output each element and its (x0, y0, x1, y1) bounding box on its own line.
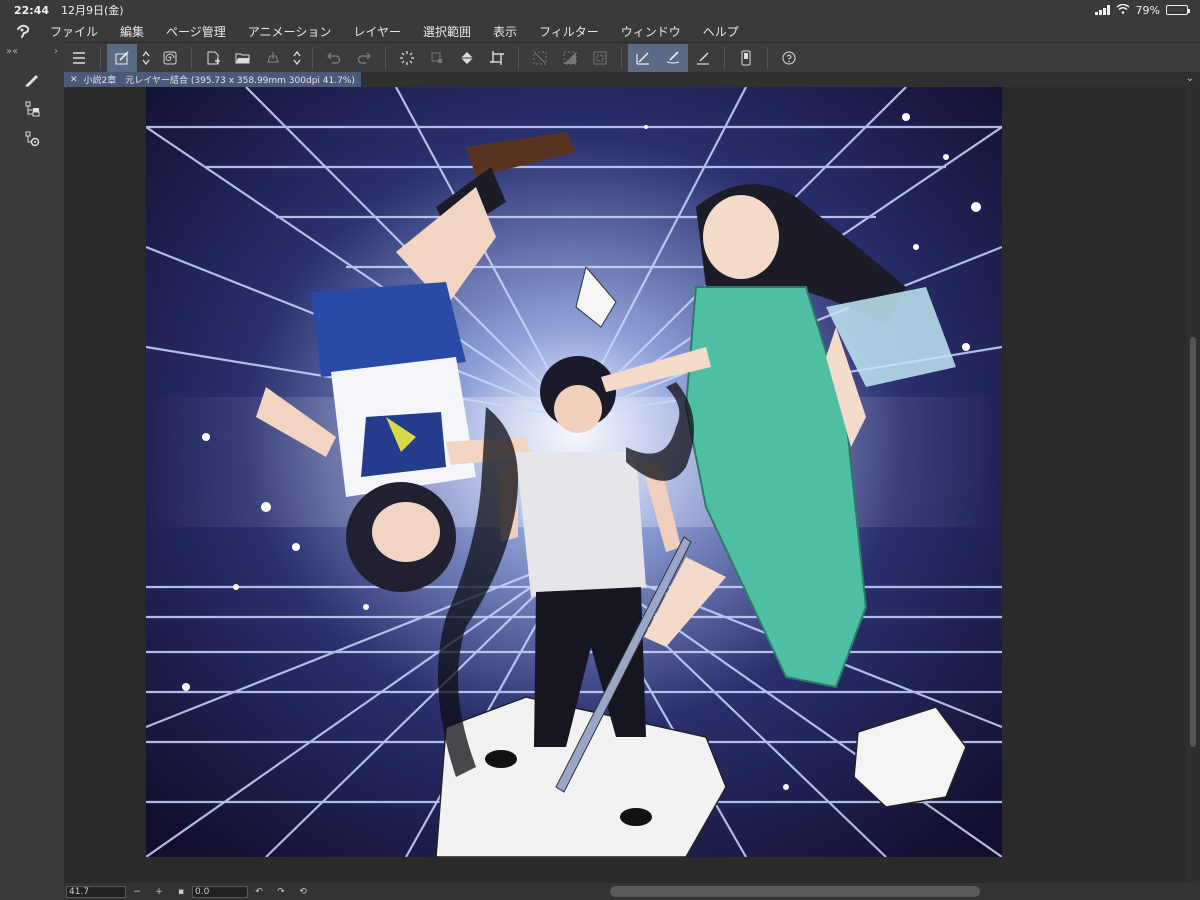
new-canvas-icon[interactable] (198, 44, 228, 72)
artwork-illustration (146, 87, 1002, 857)
smart-viewer-icon[interactable] (107, 43, 137, 72)
open-folder-icon[interactable] (228, 44, 258, 72)
wifi-icon (1116, 3, 1130, 17)
rotate-right-icon[interactable]: ↷ (270, 887, 292, 897)
rotate-left-icon[interactable]: ↶ (248, 887, 270, 897)
menu-filter[interactable]: フィルター (539, 23, 599, 40)
help-bubble-icon[interactable] (774, 44, 804, 72)
rotation-value: 0.0 (195, 886, 210, 897)
updown-chevron-icon[interactable] (288, 44, 306, 72)
expand-right-icon[interactable]: › (54, 46, 58, 57)
transform-icon[interactable] (422, 44, 452, 72)
menu-edit[interactable]: 編集 (120, 23, 144, 40)
battery-percent: 79% (1135, 3, 1160, 17)
brush-snap-icon[interactable] (658, 43, 688, 72)
document-tab[interactable]: ✕ 小説2章 元レイヤー結合 (395.73 x 358.99mm 300dpi… (64, 72, 361, 87)
toolbar-divider (724, 46, 725, 69)
bottom-navigation-bar: 41.7 − + ▪ 0.0 ↶ ↷ ⟲ (64, 883, 1200, 900)
document-tab-bar: ✕ 小説2章 元レイヤー結合 (395.73 x 358.99mm 300dpi… (64, 72, 1200, 87)
selection-border-icon[interactable] (585, 44, 615, 72)
menu-layer[interactable]: レイヤー (353, 23, 401, 40)
chevron-down-icon[interactable]: ⌄ (1186, 73, 1194, 84)
hamburger-menu-icon[interactable] (64, 44, 94, 72)
rotation-field[interactable]: 0.0 (192, 885, 248, 898)
battery-icon (1166, 5, 1190, 15)
menu-animation[interactable]: アニメーション (248, 23, 332, 40)
fit-button[interactable]: ▪ (170, 887, 192, 897)
spiral-icon[interactable] (155, 44, 185, 72)
menu-file[interactable]: ファイル (50, 23, 98, 40)
crop-icon[interactable] (482, 44, 512, 72)
zoom-field[interactable]: 41.7 (66, 885, 126, 898)
app-logo-icon[interactable] (12, 20, 34, 42)
menu-window[interactable]: ウィンドウ (621, 23, 681, 40)
layer-property-icon[interactable] (0, 94, 64, 124)
special-ruler-icon[interactable] (688, 44, 718, 72)
zoom-out-button[interactable]: − (126, 887, 148, 897)
undo-icon[interactable] (319, 44, 349, 72)
collapse-left-icon[interactable]: »« (6, 46, 18, 57)
save-icon[interactable] (258, 44, 288, 72)
status-time: 22:44 (14, 3, 50, 17)
toolbar-divider (518, 46, 519, 69)
invert-selection-icon[interactable] (555, 44, 585, 72)
loading-spinner-icon[interactable] (392, 44, 422, 72)
zoom-in-button[interactable]: + (148, 887, 170, 897)
left-tool-column: »« › (0, 42, 64, 900)
menu-bar: ファイル 編集 ページ管理 アニメーション レイヤー 選択範囲 表示 フィルター… (0, 20, 1200, 42)
toolbar-divider (312, 46, 313, 69)
vertical-scrollbar[interactable] (1186, 87, 1200, 883)
canvas-area[interactable] (64, 87, 1186, 883)
toolbar-divider (100, 46, 101, 69)
toolbar-divider (767, 46, 768, 69)
document-title: 小説2章 元レイヤー結合 (395.73 x 358.99mm 300dpi 4… (83, 76, 355, 86)
zoom-value: 41.7 (69, 886, 90, 897)
menu-view[interactable]: 表示 (493, 23, 517, 40)
cellular-signal-icon (1094, 5, 1110, 15)
deselect-icon[interactable] (525, 44, 555, 72)
status-indicators: 79% (1094, 3, 1190, 17)
menu-page[interactable]: ページ管理 (166, 23, 226, 40)
toolbar-divider (621, 46, 622, 69)
ruler-snap-icon[interactable] (628, 43, 658, 72)
status-date: 12月9日(金) (61, 4, 124, 17)
artwork-canvas[interactable] (146, 87, 1002, 857)
horizontal-scroll-thumb[interactable] (610, 886, 980, 897)
fill-bucket-icon[interactable] (452, 44, 482, 72)
device-icon[interactable] (731, 44, 761, 72)
pen-tool-icon[interactable] (0, 64, 64, 94)
toolbar-divider (385, 46, 386, 69)
menu-help[interactable]: ヘルプ (703, 23, 739, 40)
close-tab-icon[interactable]: ✕ (70, 75, 78, 85)
reset-rotation-icon[interactable]: ⟲ (292, 887, 314, 897)
menu-selection[interactable]: 選択範囲 (423, 23, 471, 40)
updown-chevron-icon[interactable] (137, 44, 155, 72)
left-column-header: »« › (0, 42, 64, 60)
layer-settings-icon[interactable] (0, 124, 64, 154)
command-bar (64, 42, 1200, 72)
redo-icon[interactable] (349, 44, 379, 72)
vertical-scroll-thumb[interactable] (1190, 337, 1196, 747)
status-bar: 22:44 12月9日(金) 79% (0, 0, 1200, 20)
toolbar-divider (191, 46, 192, 69)
